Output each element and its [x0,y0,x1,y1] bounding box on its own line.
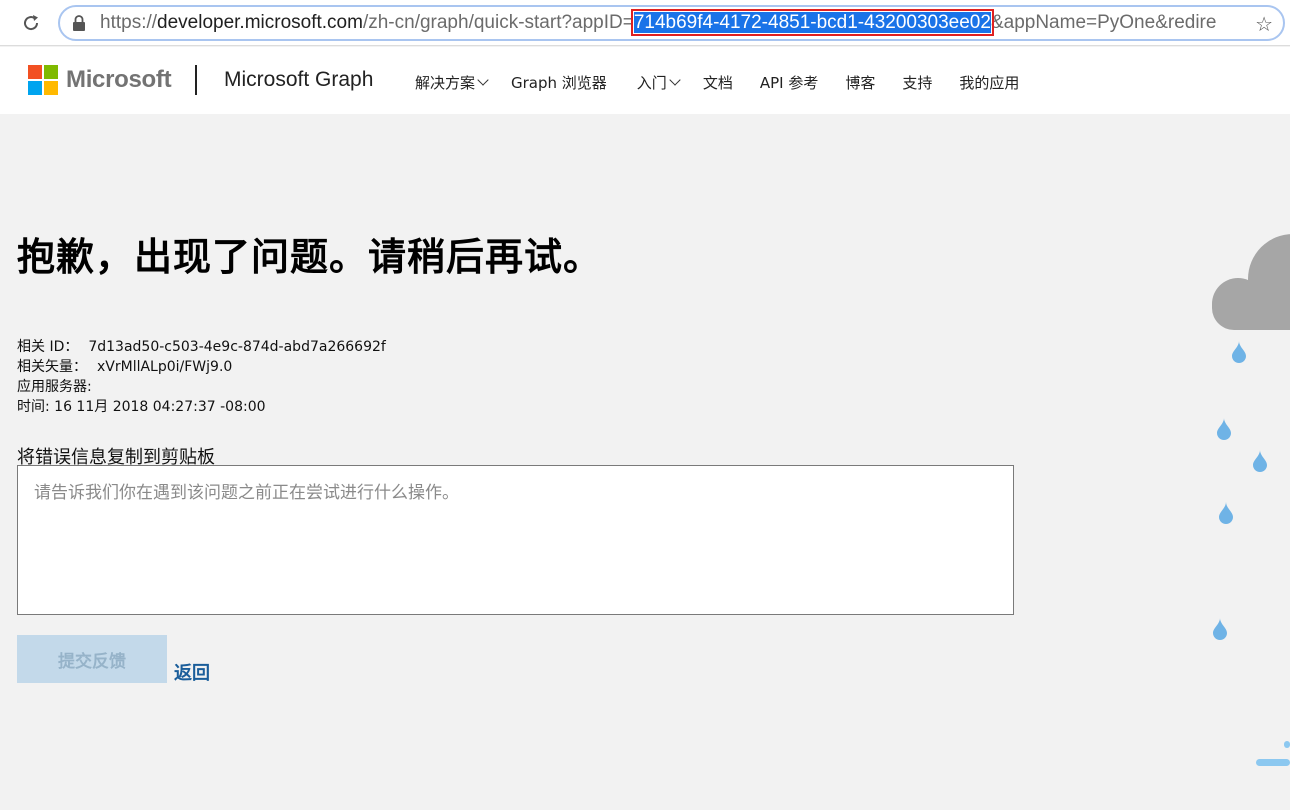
nav-label: 我的应用 [959,74,1020,92]
nav-item-docs[interactable]: 文档 [703,72,733,93]
app-server-row: 应用服务器: [17,377,386,397]
header-divider [195,65,197,95]
url-prefix: https:// [100,12,158,33]
back-link[interactable]: 返回 [174,659,210,685]
puddle-icon [1256,759,1290,766]
correlation-id-row: 相关 ID： 7d13ad50-c503-4e9c-874d-abd7a26669… [17,337,386,357]
raindrop-icon [1231,341,1247,363]
app-server-label: 应用服务器: [17,379,92,395]
url-host: developer.microsoft.com [157,12,363,33]
raindrop-icon [1216,418,1232,440]
nav-item-support[interactable]: 支持 [902,72,932,93]
puddle-icon [1284,741,1290,748]
raindrop-icon [1252,450,1268,472]
address-bar[interactable]: https://developer.microsoft.com/zh-cn/gr… [58,5,1285,41]
time-label: 时间: [17,399,50,415]
reload-icon[interactable] [18,10,44,36]
nav-item-api-reference[interactable]: API 参考 [760,72,819,93]
microsoft-logo[interactable]: Microsoft [28,65,172,95]
correlation-id-value: 7d13ad50-c503-4e9c-874d-abd7a266692f [88,339,386,355]
url-path: /zh-cn/graph/quick-start?appID= [362,12,634,33]
nav-label: 文档 [702,74,733,92]
correlation-id-label: 相关 ID： [17,339,79,355]
nav-label: API 参考 [759,74,819,92]
error-details: 相关 ID： 7d13ad50-c503-4e9c-874d-abd7a26669… [17,337,386,417]
microsoft-logo-text: Microsoft [66,66,172,93]
product-title[interactable]: Microsoft Graph [224,68,373,92]
nav-label: 入门 [636,74,667,92]
url-selected-app-id[interactable]: 714b69f4-4172-4851-bcd1-43200303ee02 [630,9,994,36]
nav-item-graph-explorer[interactable]: Graph 浏览器 [511,72,607,93]
error-title: 抱歉，出现了问题。请稍后再试。 [17,235,603,279]
time-value: 16 11月 2018 04:27:37 -08:00 [54,399,266,415]
raindrop-icon [1212,618,1228,640]
correlation-vector-value: xVrMllALp0i/FWj9.0 [97,359,233,375]
microsoft-logo-icon [28,65,58,95]
nav-label: Graph 浏览器 [511,74,607,92]
lock-icon[interactable] [72,15,86,31]
bookmark-star-icon[interactable]: ☆ [1255,12,1273,36]
nav-label: 博客 [845,74,876,92]
nav-item-blog[interactable]: 博客 [845,72,875,93]
nav-item-solutions[interactable]: 解决方案 [415,72,489,93]
time-row: 时间: 16 11月 2018 04:27:37 -08:00 [17,397,386,417]
raindrop-icon [1218,502,1234,524]
main-nav: 解决方案 Graph 浏览器 入门 文档 API 参考 博客 支持 我的应用 [415,72,1019,93]
submit-feedback-button[interactable]: 提交反馈 [17,635,167,683]
correlation-vector-label: 相关矢量： [17,359,87,375]
feedback-textarea[interactable] [17,465,1014,615]
correlation-vector-row: 相关矢量： xVrMllALp0i/FWj9.0 [17,357,386,377]
nav-item-get-started[interactable]: 入门 [636,72,681,93]
nav-label: 解决方案 [415,74,476,92]
chevron-down-icon [477,74,489,86]
site-header: Microsoft Microsoft Graph 解决方案 Graph 浏览器… [0,47,1290,114]
url-text[interactable]: https://developer.microsoft.com/zh-cn/gr… [100,9,1217,36]
nav-label: 支持 [902,74,933,92]
browser-toolbar: https://developer.microsoft.com/zh-cn/gr… [0,0,1290,46]
nav-item-my-apps[interactable]: 我的应用 [959,72,1019,93]
chevron-down-icon [669,74,681,86]
url-suffix: &appName=PyOne&redire [990,12,1217,33]
cloud-icon [1198,234,1290,330]
